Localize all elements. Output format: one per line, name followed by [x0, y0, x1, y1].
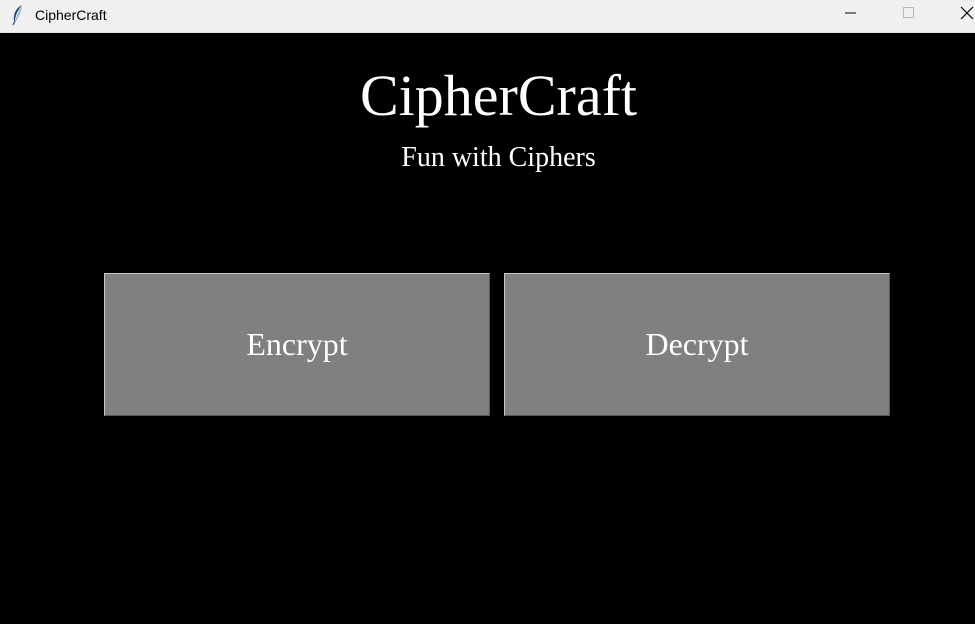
minimize-button[interactable] — [828, 0, 874, 30]
minimize-icon — [845, 6, 857, 24]
title-bar[interactable]: CipherCraft — [0, 0, 975, 33]
window-title: CipherCraft — [35, 7, 107, 23]
page-title: CipherCraft — [359, 63, 638, 128]
close-button[interactable] — [944, 0, 975, 30]
encrypt-button[interactable]: Encrypt — [104, 273, 490, 416]
page-subtitle: Fun with Ciphers — [401, 142, 596, 173]
maximize-button[interactable] — [886, 0, 932, 30]
feather-icon — [10, 4, 26, 26]
close-icon — [960, 6, 974, 25]
app-window: CipherCraft CipherCraft Fun with Ciphers… — [0, 0, 975, 624]
maximize-icon — [903, 6, 915, 24]
decrypt-button[interactable]: Decrypt — [504, 273, 890, 416]
main-content: CipherCraft Fun with Ciphers Encrypt Dec… — [0, 33, 975, 624]
